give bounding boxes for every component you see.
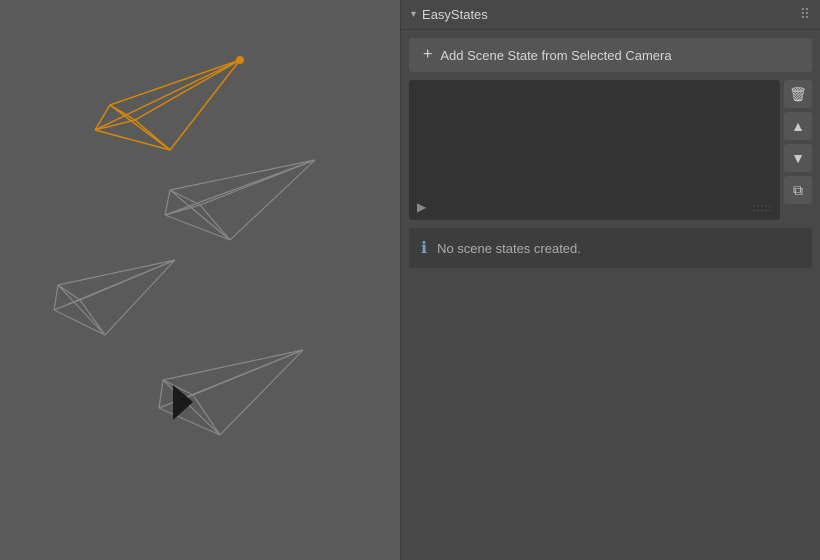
preview-play-icon[interactable]: ▶	[417, 200, 426, 214]
3d-viewport[interactable]	[0, 0, 400, 560]
easy-states-panel: ▾ EasyStates ⠿ + Add Scene State from Se…	[400, 0, 820, 560]
panel-header-left: ▾ EasyStates	[411, 7, 488, 22]
duplicate-button[interactable]: ⧉	[784, 176, 812, 204]
delete-button[interactable]: 🗑	[784, 80, 812, 108]
panel-options-icon[interactable]: ⠿	[800, 6, 810, 23]
no-states-message: No scene states created.	[437, 241, 581, 256]
panel-header: ▾ EasyStates ⠿	[401, 0, 820, 30]
plus-icon: +	[423, 46, 432, 64]
info-icon: ℹ	[421, 238, 427, 258]
scene-state-preview[interactable]: ▶ :::::	[409, 80, 780, 220]
chevron-down-icon[interactable]: ▾	[411, 9, 416, 20]
preview-container: ▶ ::::: 🗑 ▲ ▼ ⧉	[409, 80, 812, 220]
move-up-button[interactable]: ▲	[784, 112, 812, 140]
camera-wireframe-3	[155, 330, 320, 460]
move-down-button[interactable]: ▼	[784, 144, 812, 172]
panel-title: EasyStates	[422, 7, 488, 22]
no-states-info-bar: ℹ No scene states created.	[409, 228, 812, 268]
add-button-label: Add Scene State from Selected Camera	[440, 48, 671, 63]
preview-actions: 🗑 ▲ ▼ ⧉	[784, 80, 812, 220]
add-scene-state-button[interactable]: + Add Scene State from Selected Camera	[409, 38, 812, 72]
drag-handle-icon: :::::	[753, 203, 772, 214]
